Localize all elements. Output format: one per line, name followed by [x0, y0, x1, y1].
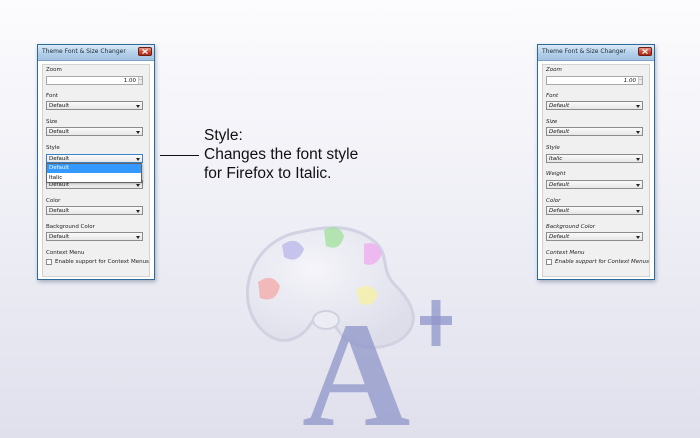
font-label: Font [546, 93, 559, 99]
style-dropdown[interactable]: Italic [546, 154, 643, 163]
close-icon [142, 49, 148, 54]
context-menu-label: Context Menu [546, 250, 585, 256]
zoom-value: 1.00 [623, 78, 636, 84]
style-label: Style [546, 145, 560, 151]
chevron-down-icon [136, 236, 140, 239]
right-dialog-title: Theme Font & Size Changer [542, 48, 626, 55]
close-icon [642, 49, 648, 54]
background-color-dropdown-value: Default [49, 234, 70, 240]
zoom-spinner[interactable] [138, 77, 142, 84]
style-dropdown-value: Default [49, 156, 70, 162]
font-dropdown-value: Default [549, 103, 570, 109]
chevron-down-icon [636, 105, 640, 108]
context-menu-checkbox[interactable] [546, 259, 552, 265]
weight-dropdown-value: Default [549, 182, 570, 188]
font-label: Font [46, 93, 58, 99]
font-dropdown[interactable]: Default [546, 101, 643, 110]
chevron-down-icon [636, 131, 640, 134]
color-label: Color [546, 198, 561, 204]
chevron-down-icon [136, 210, 140, 213]
size-dropdown[interactable]: Default [546, 127, 643, 136]
left-close-button[interactable] [138, 47, 152, 56]
zoom-spinner[interactable] [638, 77, 642, 84]
chevron-down-icon [136, 184, 140, 187]
context-menu-checkbox-label: Enable support for Context Menus [55, 259, 149, 265]
callout-heading: Style: [204, 127, 243, 144]
color-dropdown[interactable]: Default [546, 206, 643, 215]
style-option-italic[interactable]: Italic [47, 174, 141, 183]
left-dialog-window: Theme Font & Size Changer Zoom 1.00 Font… [37, 44, 155, 280]
style-option-default[interactable]: Default [47, 164, 141, 173]
left-title-bar[interactable]: Theme Font & Size Changer [38, 45, 154, 61]
color-dropdown[interactable]: Default [46, 206, 143, 215]
callout-pointer-line [160, 155, 199, 156]
callout-line-3: for Firefox to Italic. [204, 165, 332, 182]
chevron-down-icon [636, 184, 640, 187]
background-color-dropdown[interactable]: Default [46, 232, 143, 241]
font-dropdown[interactable]: Default [46, 101, 143, 110]
background-color-label: Background Color [546, 224, 596, 230]
zoom-label: Zoom [546, 67, 562, 73]
zoom-input[interactable]: 1.00 [46, 76, 143, 85]
font-dropdown-value: Default [49, 103, 70, 109]
color-dropdown-value: Default [549, 208, 570, 214]
weight-label: Weight [546, 171, 566, 177]
zoom-value: 1.00 [123, 78, 136, 84]
size-label: Size [546, 119, 558, 125]
left-dialog-title: Theme Font & Size Changer [42, 48, 126, 55]
background-color-label: Background Color [46, 224, 95, 230]
callout-annotation: Style: Changes the font style for Firefo… [204, 126, 404, 183]
callout-line-2: Changes the font style [204, 146, 359, 163]
style-options-list: Default Italic [46, 163, 142, 183]
zoom-input[interactable]: 1.00 [546, 76, 643, 85]
chevron-down-icon [636, 210, 640, 213]
right-dialog-window: Theme Font & Size Changer Zoom 1.00 Font… [537, 44, 655, 280]
chevron-down-icon [136, 158, 140, 161]
chevron-down-icon [136, 105, 140, 108]
context-menu-label: Context Menu [46, 250, 85, 256]
color-dropdown-value: Default [49, 208, 70, 214]
style-dropdown[interactable]: Default [46, 154, 143, 163]
chevron-down-icon [636, 158, 640, 161]
weight-dropdown[interactable]: Default [546, 180, 643, 189]
size-label: Size [46, 119, 58, 125]
context-menu-checkbox[interactable] [46, 259, 52, 265]
size-dropdown-value: Default [49, 129, 70, 135]
chevron-down-icon [636, 236, 640, 239]
style-label: Style [46, 145, 60, 151]
right-close-button[interactable] [638, 47, 652, 56]
svg-text:A: A [302, 292, 410, 438]
background-color-dropdown-value: Default [549, 234, 570, 240]
background-color-dropdown[interactable]: Default [546, 232, 643, 241]
color-label: Color [46, 198, 61, 204]
zoom-label: Zoom [46, 67, 62, 73]
size-dropdown[interactable]: Default [46, 127, 143, 136]
style-dropdown-value: Italic [549, 156, 563, 162]
chevron-down-icon [136, 131, 140, 134]
size-dropdown-value: Default [549, 129, 570, 135]
right-title-bar[interactable]: Theme Font & Size Changer [538, 45, 654, 61]
context-menu-checkbox-label: Enable support for Context Menus [555, 259, 650, 265]
